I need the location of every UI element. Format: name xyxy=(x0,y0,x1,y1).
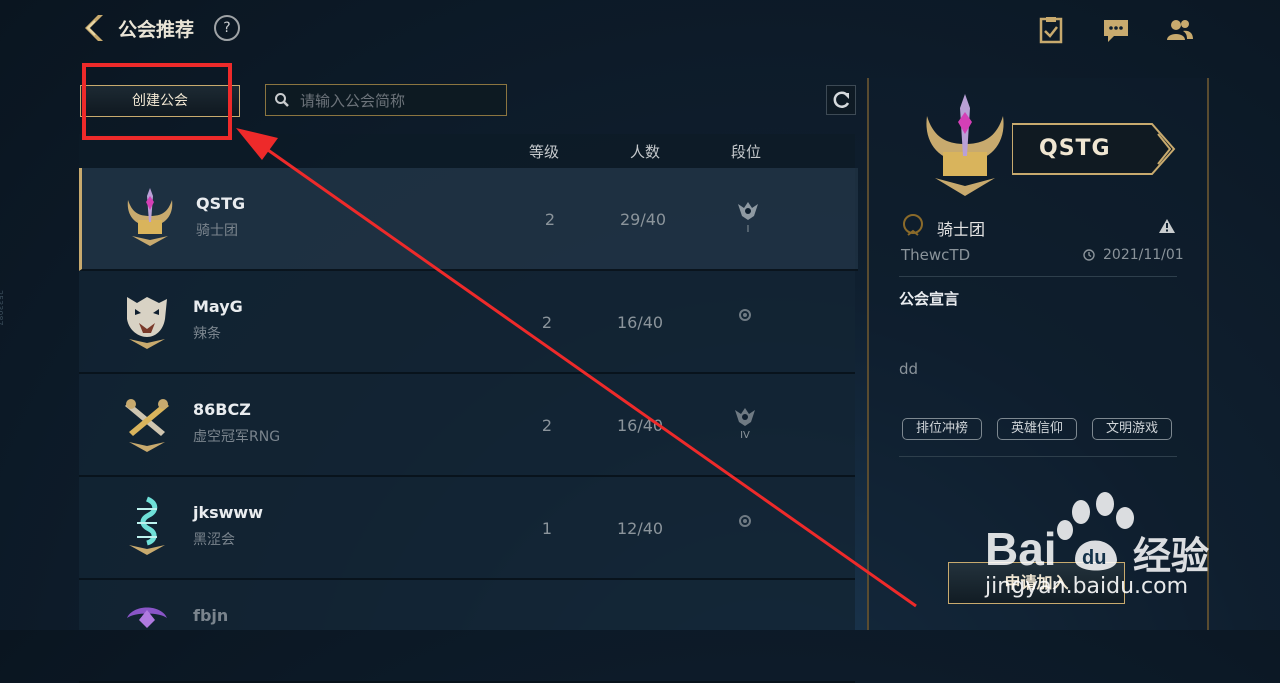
declaration-text: dd xyxy=(899,360,919,378)
column-header-level: 等级 xyxy=(529,143,560,161)
friends-icon[interactable] xyxy=(1166,16,1194,44)
refresh-icon[interactable] xyxy=(826,85,856,115)
chat-icon[interactable] xyxy=(1102,16,1130,44)
guild-row[interactable]: 86BCZ 虚空冠军RNG 2 16/40 IV xyxy=(79,374,855,477)
search-icon xyxy=(275,93,289,107)
guild-name: fbjn xyxy=(193,606,229,625)
guild-leader: ThewcTD xyxy=(901,246,971,264)
guild-name: jkswww xyxy=(193,503,263,522)
column-header-members: 人数 xyxy=(630,143,661,161)
guild-search-input[interactable] xyxy=(298,88,502,114)
guild-subtitle: 辣条 xyxy=(193,326,221,342)
clock-icon xyxy=(1083,249,1095,261)
guild-members: 16/40 xyxy=(617,313,664,332)
guild-tag: 英雄信仰 xyxy=(997,418,1077,440)
rank-unranked-icon xyxy=(739,309,751,321)
help-icon[interactable]: ? xyxy=(214,15,240,41)
guild-row[interactable]: fbjn xyxy=(79,580,855,683)
purple-crest-icon xyxy=(127,607,167,628)
guild-subtitle: 骑士团 xyxy=(196,223,238,239)
guild-detail-subtitle: 骑士团 xyxy=(937,220,986,239)
rank-number: IV xyxy=(740,430,750,441)
guild-level: 2 xyxy=(541,313,553,332)
guild-subtitle: 黑涩会 xyxy=(193,532,235,548)
sword-crest-icon xyxy=(127,188,173,246)
rank-number: I xyxy=(746,224,750,235)
guild-level: 2 xyxy=(544,210,556,229)
declaration-title: 公会宣言 xyxy=(899,290,960,308)
guild-tag: 排位冲榜 xyxy=(902,418,982,440)
guild-row[interactable]: MayG 辣条 2 16/40 xyxy=(79,271,855,374)
page-title: 公会推荐 xyxy=(118,19,195,41)
guild-name: QSTG xyxy=(196,194,246,213)
watermark-brand: Bai xyxy=(985,523,1057,575)
rank-unranked-icon xyxy=(739,515,751,527)
guild-search-box xyxy=(265,84,507,116)
guild-level: 1 xyxy=(541,519,553,538)
rank-emblem-icon xyxy=(903,214,923,236)
guild-level: 2 xyxy=(541,416,553,435)
svg-text:du: du xyxy=(1082,547,1106,569)
clipboard-check-icon[interactable] xyxy=(1037,16,1065,44)
top-bar: 公会推荐 ? xyxy=(0,0,1280,58)
guild-created-date: 2021/11/01 xyxy=(1103,247,1184,263)
watermark-url: jingyan.baidu.com xyxy=(985,574,1189,599)
divider xyxy=(899,276,1177,277)
watermark-brand-suffix: 经验 xyxy=(1133,534,1210,578)
guild-detail-name: QSTG xyxy=(1039,136,1111,161)
back-chevron-icon[interactable] xyxy=(78,12,110,44)
sword-crest-icon xyxy=(926,94,1004,196)
report-warning-icon[interactable] xyxy=(1158,218,1176,234)
divider xyxy=(899,456,1177,457)
guild-subtitle: 虚空冠军RNG xyxy=(193,429,281,445)
guild-name: MayG xyxy=(193,297,243,316)
guild-list: 等级 人数 段位 QSTG 骑士团 2 29/40 I MayG 辣条 2 16… xyxy=(79,134,858,683)
crossed-guns-icon xyxy=(125,399,169,452)
guild-members: 16/40 xyxy=(617,416,664,435)
guild-members: 12/40 xyxy=(617,519,664,538)
guild-members: 29/40 xyxy=(620,210,667,229)
guild-name: 86BCZ xyxy=(193,400,251,419)
side-id: 2533087 xyxy=(0,290,4,326)
guild-row[interactable]: jkswww 黑涩会 1 12/40 xyxy=(79,477,855,580)
annotation-highlight-box xyxy=(82,63,232,140)
beast-crest-icon xyxy=(127,297,167,349)
guild-tag: 文明游戏 xyxy=(1092,418,1172,440)
column-header-rank: 段位 xyxy=(731,143,762,161)
serpent-crest-icon xyxy=(129,496,165,555)
guild-row[interactable]: QSTG 骑士团 2 29/40 I xyxy=(79,168,858,271)
